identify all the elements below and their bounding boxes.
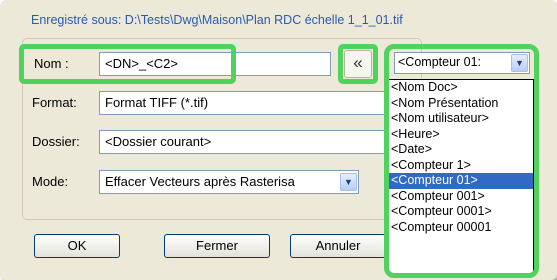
- list-item[interactable]: <Heure>: [389, 127, 533, 143]
- ok-button[interactable]: OK: [34, 234, 120, 258]
- list-item[interactable]: <Nom Présentation: [389, 96, 533, 112]
- saved-as-path: Enregistré sous: D:\Tests\Dwg\Maison\Pla…: [31, 13, 403, 27]
- format-select[interactable]: Format TIFF (*.tif): [99, 91, 385, 115]
- format-label: Format:: [32, 95, 77, 110]
- chevron-down-icon[interactable]: ▼: [340, 173, 357, 191]
- variable-combo[interactable]: <Compteur 01: ▼: [394, 52, 530, 74]
- variable-combo-value: <Compteur 01:: [398, 55, 482, 69]
- list-item[interactable]: <Nom utilisateur>: [389, 111, 533, 127]
- folder-select[interactable]: <Dossier courant>: [99, 130, 385, 154]
- mode-label: Mode:: [32, 174, 69, 189]
- list-item[interactable]: <Date>: [389, 142, 533, 158]
- insert-variable-button[interactable]: «: [344, 50, 372, 78]
- folder-label: Dossier:: [32, 134, 80, 149]
- list-item[interactable]: <Compteur 001>: [389, 189, 533, 205]
- list-item[interactable]: <Compteur 00001: [389, 220, 533, 236]
- close-button[interactable]: Fermer: [164, 234, 270, 258]
- name-label: Nom :: [34, 56, 69, 71]
- cancel-button[interactable]: Annuler: [290, 234, 386, 258]
- variable-dropdown-list: <Nom Doc> <Nom Présentation <Nom utilisa…: [388, 79, 534, 274]
- list-item[interactable]: <Compteur 0001>: [389, 204, 533, 220]
- chevron-down-icon[interactable]: ▼: [511, 54, 528, 72]
- list-item[interactable]: <Compteur 1>: [389, 158, 533, 174]
- list-item[interactable]: <Nom Doc>: [389, 80, 533, 96]
- name-field[interactable]: <DN>_<C2>: [99, 52, 331, 76]
- save-dialog: Enregistré sous: D:\Tests\Dwg\Maison\Pla…: [0, 0, 557, 280]
- list-item-selected[interactable]: <Compteur 01>: [389, 173, 533, 189]
- mode-select[interactable]: Effacer Vecteurs après Rasterisa: [99, 170, 359, 194]
